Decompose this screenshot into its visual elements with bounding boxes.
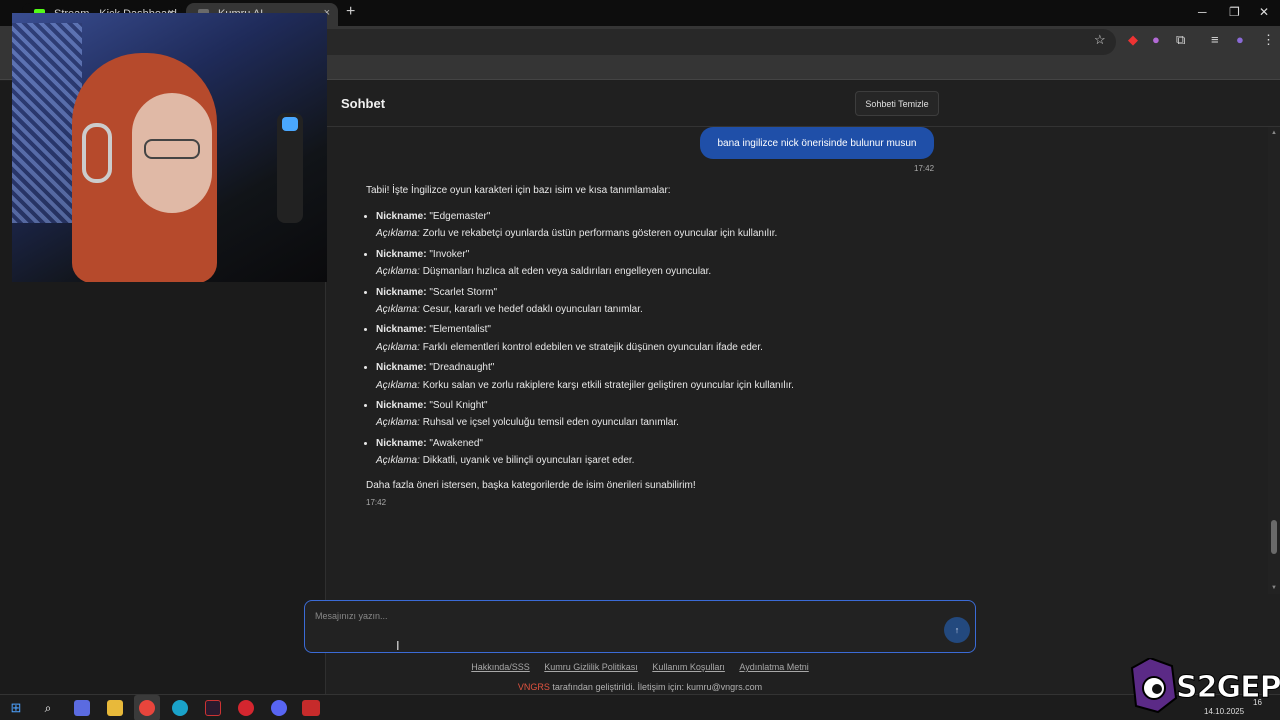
scrollbar[interactable]: ▲ ▼ <box>1268 127 1280 594</box>
address-bar[interactable] <box>280 29 1116 55</box>
footer-link-privacy[interactable]: Kumru Gizlilik Politikası <box>544 662 638 672</box>
list-item: Nickname: "Awakened"Açıklama: Dikkatli, … <box>376 435 946 470</box>
footer-links: Hakkında/SSS Kumru Gizlilik Politikası K… <box>0 662 1280 672</box>
new-tab-button[interactable]: + <box>346 3 355 21</box>
list-item: Nickname: "Scarlet Storm"Açıklama: Cesur… <box>376 284 946 319</box>
reply-intro: Tabii! İşte İngilizce oyun karakteri içi… <box>366 185 671 196</box>
chat-header: Sohbet Sohbeti Temizle <box>327 81 1280 127</box>
close-window-icon[interactable]: ✕ <box>1259 5 1269 19</box>
page-title: Sohbet <box>341 96 386 111</box>
restore-icon[interactable]: ❐ <box>1229 5 1240 19</box>
profile-avatar-icon[interactable]: ● <box>1236 32 1244 47</box>
footer-link-terms[interactable]: Kullanım Koşulları <box>652 662 725 672</box>
extension-icon[interactable]: ● <box>1152 32 1160 47</box>
windows-start-icon[interactable]: ⊞ <box>8 700 24 716</box>
list-item: Nickname: "Dreadnaught"Açıklama: Korku s… <box>376 359 946 394</box>
message-input[interactable] <box>315 611 935 641</box>
credit-text: tarafından geliştirildi. İletişim için: … <box>549 682 763 692</box>
assistant-message: Tabii! İşte İngilizce oyun karakteri içi… <box>366 180 946 511</box>
clear-chat-button[interactable]: Sohbeti Temizle <box>855 91 939 116</box>
list-item: Nickname: "Invoker"Açıklama: Düşmanları … <box>376 246 946 281</box>
reply-outro: Daha fazla öneri istersen, başka kategor… <box>366 479 696 491</box>
scroll-up-icon[interactable]: ▲ <box>1271 130 1277 136</box>
scroll-thumb[interactable] <box>1271 520 1277 554</box>
webcam-overlay <box>12 13 327 282</box>
glasses <box>144 139 200 159</box>
vngrs-link[interactable]: VNGRS <box>518 682 550 692</box>
more-menu-icon[interactable]: ⋮ <box>1262 32 1275 48</box>
file-explorer-icon[interactable] <box>107 700 123 716</box>
discord-icon[interactable] <box>271 700 287 716</box>
chrome-icon[interactable] <box>139 700 155 716</box>
footer-credit: VNGRS tarafından geliştirildi. İletişim … <box>0 682 1280 692</box>
scroll-down-icon[interactable]: ▼ <box>1271 585 1277 591</box>
search-icon[interactable]: ⌕ <box>40 700 56 716</box>
list-item: Nickname: "Elementalist"Açıklama: Farklı… <box>376 321 946 356</box>
footer-link-disclosure[interactable]: Aydınlatma Metni <box>739 662 808 672</box>
message-composer: ↑ <box>304 600 976 653</box>
extensions-puzzle-icon[interactable]: ⧉ <box>1176 32 1185 48</box>
send-button[interactable]: ↑ <box>944 617 970 643</box>
logo-text: S2GEPIN <box>1176 670 1280 706</box>
assistant-message-time: 17:42 <box>366 497 387 507</box>
edge-icon[interactable] <box>172 700 188 716</box>
logo-pupil <box>1152 684 1162 694</box>
list-item: Nickname: "Edgemaster"Açıklama: Zorlu ve… <box>376 208 946 243</box>
microphone-light <box>282 117 298 131</box>
extension-icon[interactable]: ◆ <box>1128 32 1138 48</box>
app-icon[interactable] <box>205 700 221 716</box>
user-message-bubble: bana ingilizce nick önerisinde bulunur m… <box>700 127 934 159</box>
taskbar: ⊞ ⌕ 14.10.2025 16 <box>0 694 1280 720</box>
nickname-list: Nickname: "Edgemaster"Açıklama: Zorlu ve… <box>376 208 946 470</box>
text-cursor-icon: I <box>396 638 400 653</box>
bookmark-star-icon[interactable]: ☆ <box>1094 32 1106 48</box>
media-control-icon[interactable]: ≡ <box>1211 32 1219 47</box>
copilot-icon[interactable] <box>74 700 90 716</box>
app-icon[interactable] <box>238 700 254 716</box>
minimize-icon[interactable]: ─ <box>1198 5 1207 19</box>
headset <box>82 123 112 183</box>
footer-link-about[interactable]: Hakkında/SSS <box>471 662 530 672</box>
list-item: Nickname: "Soul Knight"Açıklama: Ruhsal … <box>376 397 946 432</box>
user-message-time: 17:42 <box>914 164 935 173</box>
voicemeeter-icon[interactable] <box>302 700 320 716</box>
